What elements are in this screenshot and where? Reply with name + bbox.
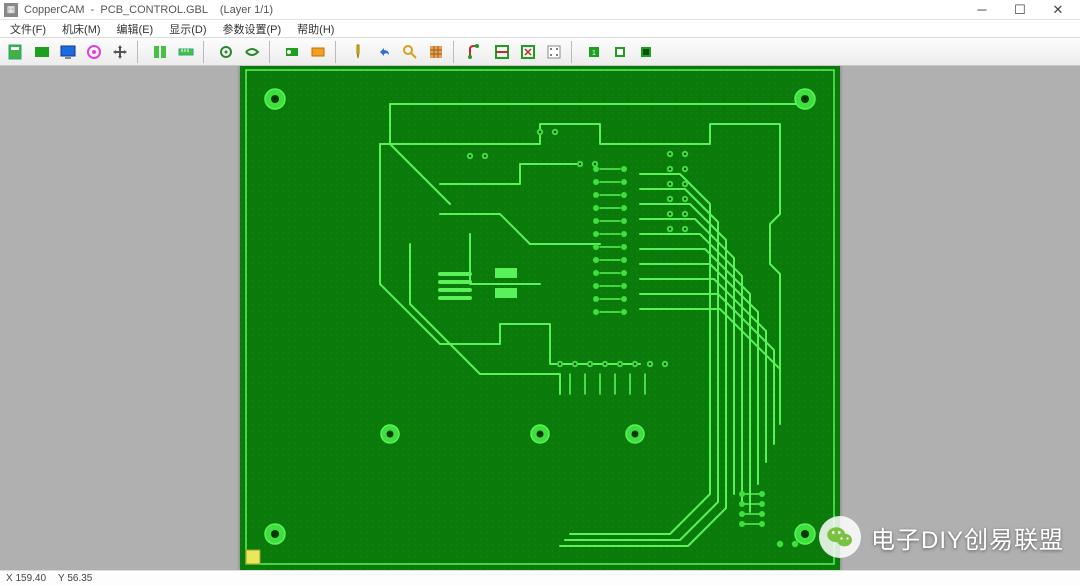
origin-marker — [246, 550, 260, 564]
workspace[interactable] — [0, 66, 1080, 570]
hatch-icon[interactable] — [424, 41, 448, 63]
menu-machine[interactable]: 机床(M) — [56, 20, 107, 38]
grid-icon[interactable] — [542, 41, 566, 63]
status-bar: X 159.40 Y 56.35 — [0, 570, 1080, 586]
chip-3-icon[interactable] — [634, 41, 658, 63]
target-pink-icon[interactable] — [82, 41, 106, 63]
isolate-icon[interactable] — [240, 41, 264, 63]
path-a-icon[interactable] — [464, 41, 488, 63]
path-b-icon[interactable] — [490, 41, 514, 63]
zoom-icon[interactable] — [398, 41, 422, 63]
status-x: X 159.40 — [6, 573, 46, 584]
menu-help[interactable]: 帮助(H) — [291, 20, 340, 38]
chip-2-icon[interactable] — [608, 41, 632, 63]
menu-display[interactable]: 显示(D) — [163, 20, 212, 38]
document-name: PCB_CONTROL.GBL — [100, 4, 207, 16]
ruler-icon[interactable] — [174, 41, 198, 63]
minimize-button[interactable]: ─ — [964, 1, 1000, 19]
undo-icon[interactable] — [372, 41, 396, 63]
close-button[interactable]: ✕ — [1040, 1, 1076, 19]
pcb-canvas[interactable] — [240, 66, 840, 570]
svg-text:1: 1 — [592, 50, 596, 57]
file-new-icon[interactable] — [4, 41, 28, 63]
menu-edit[interactable]: 编辑(E) — [111, 20, 160, 38]
tool-cutter-icon[interactable] — [346, 41, 370, 63]
menu-file[interactable]: 文件(F) — [4, 20, 52, 38]
title-bar: ▦ CopperCAM - PCB_CONTROL.GBL (Layer 1/1… — [0, 0, 1080, 20]
path-c-icon[interactable] — [516, 41, 540, 63]
align-icon[interactable] — [148, 41, 172, 63]
app-name: CopperCAM — [24, 4, 85, 16]
window-controls: ─ ☐ ✕ — [964, 1, 1076, 19]
rect-orange-icon[interactable] — [306, 41, 330, 63]
window-title: CopperCAM - PCB_CONTROL.GBL (Layer 1/1) — [24, 4, 964, 16]
drill-icon[interactable] — [214, 41, 238, 63]
cursor-move-icon[interactable] — [108, 41, 132, 63]
app-icon: ▦ — [4, 3, 18, 17]
chip-1-icon[interactable]: 1 — [582, 41, 606, 63]
node-green-icon[interactable] — [280, 41, 304, 63]
layer-info: (Layer 1/1) — [220, 4, 273, 16]
toolbar: 1 — [0, 38, 1080, 66]
menu-bar: 文件(F) 机床(M) 编辑(E) 显示(D) 参数设置(P) 帮助(H) — [0, 20, 1080, 38]
status-y: Y 56.35 — [58, 573, 92, 584]
maximize-button[interactable]: ☐ — [1002, 1, 1038, 19]
menu-params[interactable]: 参数设置(P) — [217, 20, 288, 38]
screen-icon[interactable] — [56, 41, 80, 63]
layer-green-icon[interactable] — [30, 41, 54, 63]
